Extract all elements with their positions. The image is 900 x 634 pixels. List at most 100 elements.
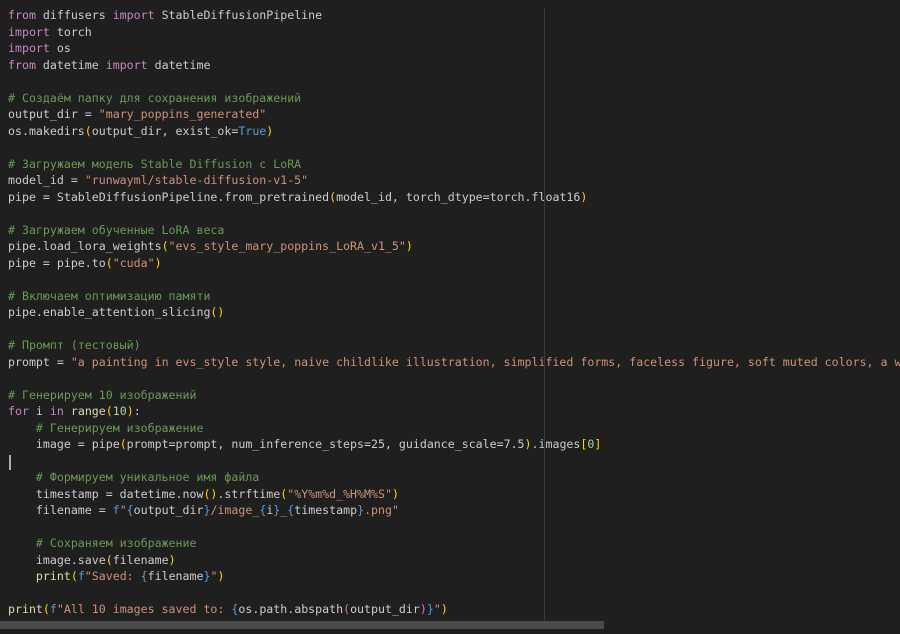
code-token: { — [140, 569, 148, 583]
code-token: () — [210, 305, 225, 319]
code-token: prompt=prompt, num_inference_steps=25, g… — [126, 437, 525, 451]
code-line[interactable]: # Создаём папку для сохранения изображен… — [8, 90, 900, 107]
code-line[interactable]: # Включаем оптимизацию памяти — [8, 288, 900, 305]
code-line[interactable]: import os — [8, 40, 900, 57]
code-line[interactable]: # Загружаем обученные LoRA веса — [8, 222, 900, 239]
code-token: from — [8, 57, 36, 72]
code-line[interactable]: from datetime import datetime — [8, 57, 900, 74]
code-token: .png" — [364, 503, 399, 517]
code-token: in — [49, 404, 64, 418]
code-token: ) — [266, 123, 274, 138]
code-token: # Создаём папку для сохранения изображен… — [8, 90, 302, 105]
code-line[interactable]: pipe = pipe.to("cuda") — [8, 255, 900, 272]
code-line[interactable]: pipe = StableDiffusionPipeline.from_pret… — [8, 189, 900, 206]
code-token: ( — [105, 404, 113, 418]
code-token: torch — [49, 24, 92, 39]
code-token: ) — [405, 239, 413, 253]
code-token: # Промпт (тестовый) — [8, 338, 141, 352]
code-line[interactable]: model_id = "runwayml/stable-diffusion-v1… — [8, 172, 900, 189]
code-token: pipe.load_lora_weights — [8, 239, 162, 253]
code-token: ) — [168, 552, 176, 567]
code-token: ( — [42, 602, 50, 616]
code-line[interactable]: ​ — [8, 205, 900, 222]
code-line[interactable]: # Генерируем 10 изображений — [8, 387, 900, 404]
code-token: " — [433, 602, 441, 616]
code-line[interactable]: output_dir = "mary_poppins_generated" — [8, 106, 900, 123]
code-line[interactable]: from diffusers import StableDiffusionPip… — [8, 7, 900, 24]
code-line[interactable]: for i in range(10): — [8, 403, 900, 420]
code-token: i — [28, 404, 50, 418]
code-token: print — [8, 602, 43, 616]
code-token: { — [126, 503, 134, 517]
code-token: ( — [119, 437, 127, 451]
code-line[interactable]: # Промпт (тестовый) — [8, 337, 900, 354]
code-token: ) — [217, 569, 225, 583]
code-line[interactable]: ​ — [8, 321, 900, 338]
code-token: "cuda" — [112, 255, 155, 270]
code-token: timestamp = datetime.now — [8, 486, 204, 501]
code-area[interactable]: from diffusers import StableDiffusionPip… — [8, 7, 900, 618]
code-token: f — [49, 602, 57, 616]
code-line[interactable]: ​ — [8, 370, 900, 387]
code-line[interactable]: ​ — [8, 585, 900, 602]
code-token: ) — [126, 404, 134, 418]
code-line[interactable]: pipe.load_lora_weights("evs_style_mary_p… — [8, 238, 900, 255]
code-line[interactable]: ​ — [8, 139, 900, 156]
code-line[interactable]: ​ — [8, 519, 900, 536]
code-token: () — [203, 486, 218, 501]
code-token: # Включаем оптимизацию памяти — [8, 288, 211, 303]
code-token: output_dir — [133, 503, 204, 517]
code-token: ) — [440, 602, 448, 616]
code-editor[interactable]: from diffusers import StableDiffusionPip… — [0, 0, 900, 634]
code-line[interactable]: print(f"All 10 images saved to: {os.path… — [8, 601, 900, 618]
code-token: "Saved: — [84, 569, 141, 583]
code-line[interactable]: # Загружаем модель Stable Diffusion с Lo… — [8, 156, 900, 173]
code-token: output_dir = — [8, 107, 99, 121]
horizontal-scrollbar[interactable] — [0, 621, 604, 629]
code-line[interactable]: ​ — [8, 453, 900, 470]
code-line[interactable]: prompt = "a painting in evs_style style,… — [8, 354, 900, 371]
code-token: from — [8, 8, 36, 22]
code-line[interactable]: timestamp = datetime.now().strftime("%Y%… — [8, 486, 900, 503]
code-token: " — [119, 503, 127, 517]
code-line[interactable]: # Генерируем изображение — [8, 420, 900, 437]
code-token: "mary_poppins_generated" — [98, 107, 267, 121]
code-token: datetime — [35, 57, 106, 72]
code-token: range — [70, 404, 106, 418]
code-line[interactable]: # Сохраняем изображение — [8, 535, 900, 552]
code-token: "runwayml/stable-diffusion-v1-5" — [84, 173, 309, 187]
code-token: filename — [147, 569, 204, 583]
code-token: prompt = — [8, 354, 71, 369]
text-cursor — [9, 455, 11, 470]
code-token: ( — [161, 239, 169, 253]
code-token: # Сохраняем изображение — [35, 536, 197, 550]
code-token: "a painting in evs_style style, naive ch… — [70, 354, 900, 369]
code-line[interactable]: pipe.enable_attention_slicing() — [8, 304, 900, 321]
code-token: pipe.enable_attention_slicing — [8, 305, 211, 319]
code-line[interactable]: # Формируем уникальное имя файла — [8, 469, 900, 486]
code-token: import — [8, 24, 50, 39]
code-line[interactable]: filename = f"{output_dir}/image_{i}_{tim… — [8, 502, 900, 519]
code-token: pipe = StableDiffusionPipeline.from_pret… — [8, 189, 330, 204]
code-token: f — [112, 503, 120, 517]
code-line[interactable]: ​ — [8, 73, 900, 90]
code-token: .images — [531, 437, 581, 451]
code-token: True — [238, 123, 267, 138]
code-line[interactable]: import torch — [8, 24, 900, 41]
code-line[interactable]: os.makedirs(output_dir, exist_ok=True) — [8, 123, 900, 140]
code-token: diffusers — [35, 8, 113, 22]
code-line[interactable]: image.save(filename) — [8, 552, 900, 569]
code-line[interactable]: ​ — [8, 271, 900, 288]
code-token: ( — [70, 569, 78, 583]
code-token: ) — [391, 486, 399, 501]
code-line[interactable]: image = pipe(prompt=prompt, num_inferenc… — [8, 436, 900, 453]
code-line[interactable]: print(f"Saved: {filename}") — [8, 568, 900, 585]
code-token: os — [49, 41, 71, 55]
code-token: # Загружаем модель Stable Diffusion с Lo… — [8, 156, 302, 171]
code-token: # Генерируем 10 изображений — [8, 387, 197, 402]
code-token: ) — [154, 255, 162, 270]
